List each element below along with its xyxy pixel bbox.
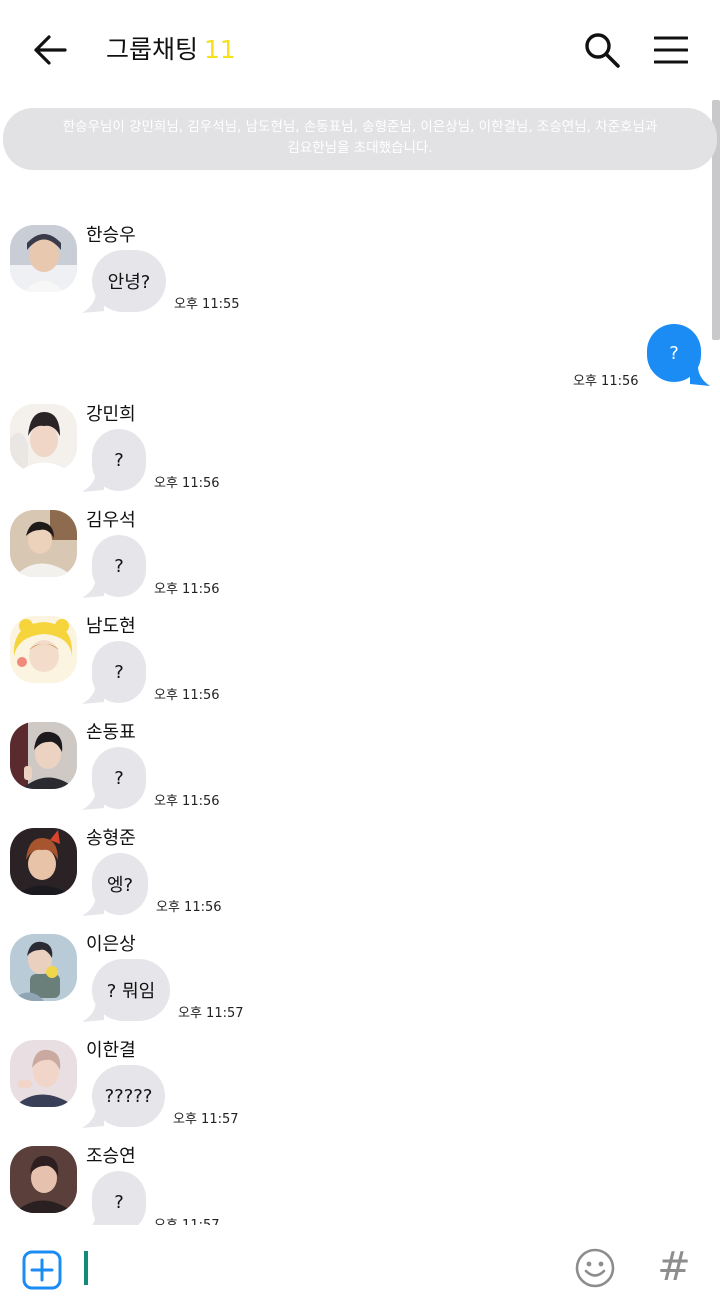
sender-name: 한승우 [86,225,136,246]
profile-photo [10,828,77,895]
arrow-left-icon [34,35,67,65]
sender-name: 이은상 [86,934,136,955]
search-button[interactable] [578,26,626,74]
message-time: 오후 11:56 [154,688,220,703]
message-time: 오후 11:56 [156,900,222,915]
profile-photo [10,934,77,1001]
invite-notice-line-2: 김요한님을 초대했습니다. [287,140,433,156]
smiley-icon[interactable] [574,1247,616,1289]
avatar[interactable] [10,616,77,683]
message-bubble[interactable]: ? [92,429,146,491]
profile-photo [10,225,77,292]
avatar[interactable] [10,1040,77,1107]
message-input-bar: # [0,1225,720,1309]
avatar[interactable] [10,404,77,471]
message-time: 오후 11:57 [173,1112,239,1127]
back-button[interactable] [24,26,76,74]
message-time: 오후 11:56 [154,582,220,597]
message-bubble[interactable]: ? [92,1171,146,1233]
sender-name: 강민희 [86,404,136,425]
avatar[interactable] [10,510,77,577]
avatar[interactable] [10,828,77,895]
message-bubble[interactable]: ? [92,535,146,597]
message-bubble[interactable]: 안녕? [92,250,166,312]
profile-photo [10,1040,77,1107]
message-time: 오후 11:57 [178,1006,244,1021]
top-bar: 그룹채팅 11 [0,0,720,100]
sender-name: 송형준 [86,828,136,849]
profile-photo [10,404,77,471]
message-time: 오후 11:56 [154,794,220,809]
message-bubble[interactable]: ????? [92,1065,165,1127]
sender-name: 김우석 [86,510,136,531]
hamburger-menu-icon [654,36,688,64]
profile-photo [10,1146,77,1213]
search-icon [585,33,620,68]
profile-photo [10,510,77,577]
plus-square-icon[interactable] [22,1250,62,1290]
profile-photo [10,722,77,789]
chat-title-text: 그룹채팅 [106,35,199,64]
sender-name: 남도현 [86,616,136,637]
invite-system-notice: 한승우님이 강민희님, 김우석님, 남도현님, 손동표님, 송형준님, 이은상님… [3,108,717,170]
avatar[interactable] [10,225,77,292]
avatar[interactable] [10,934,77,1001]
hashtag-button[interactable]: # [654,1245,694,1289]
message-time: 오후 11:55 [174,297,240,312]
invite-notice-line-1: 한승우님이 강민희님, 김우석님, 남도현님, 손동표님, 송형준님, 이은상님… [62,119,658,135]
sender-name: 조승연 [86,1146,136,1167]
sender-name: 이한결 [86,1040,136,1061]
profile-photo [10,616,77,683]
message-bubble[interactable]: ? 뭐임 [92,959,170,1021]
my-bubble-tail [690,366,710,386]
sender-name: 손동표 [86,722,136,743]
member-count: 11 [204,35,236,64]
my-message-time: 오후 11:56 [573,374,639,389]
menu-button[interactable] [646,26,696,74]
message-time: 오후 11:56 [154,476,220,491]
avatar[interactable] [10,722,77,789]
message-bubble[interactable]: 엥? [92,853,148,915]
avatar[interactable] [10,1146,77,1213]
chat-title: 그룹채팅 11 [106,32,236,68]
message-bubble[interactable]: ? [92,747,146,809]
text-input-cursor[interactable] [84,1251,88,1285]
message-bubble[interactable]: ? [92,641,146,703]
